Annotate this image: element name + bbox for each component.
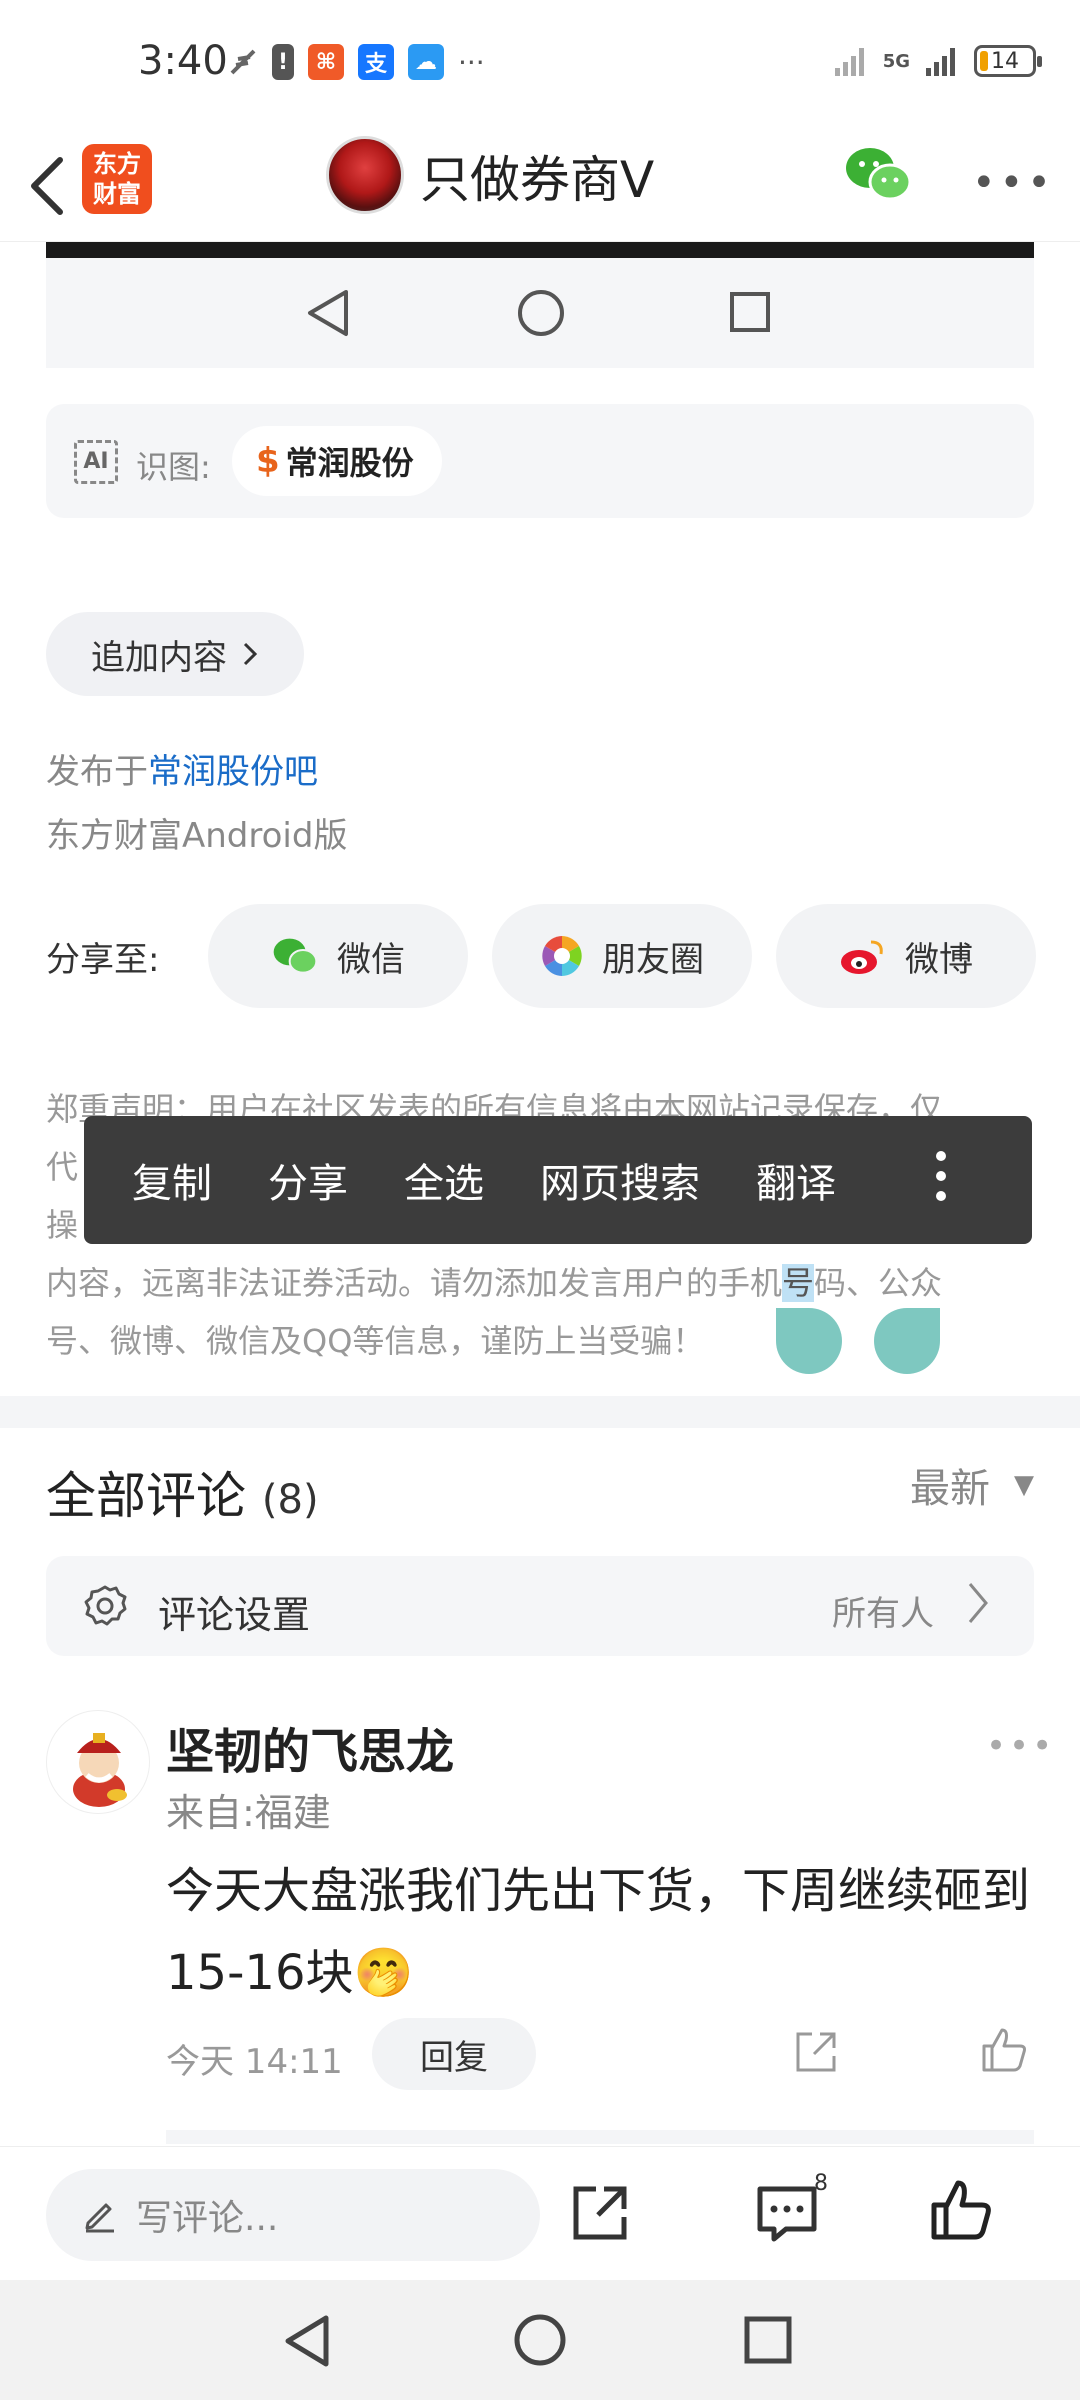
menu-share[interactable]: 分享	[268, 1151, 348, 1209]
write-comment-input[interactable]: 写评论...	[46, 2169, 540, 2261]
chevron-right-icon	[968, 1583, 988, 1623]
add-content-label: 追加内容	[91, 637, 227, 678]
commenter-location: 来自:福建	[166, 1791, 331, 1835]
share-wechat-button[interactable]: 微信	[208, 904, 468, 1008]
more-notifications-icon: ···	[458, 45, 485, 79]
battery-percent: 14	[991, 48, 1019, 74]
published-in: 发布于常润股份吧	[46, 744, 318, 793]
share-moments-label: 朋友圈	[602, 939, 704, 980]
share-moments-button[interactable]: 朋友圈	[492, 904, 752, 1008]
back-icon[interactable]	[20, 146, 84, 226]
thumbs-up-icon[interactable]	[980, 2026, 1028, 2074]
sort-dropdown[interactable]: 最新	[910, 1456, 990, 1514]
alipay-notification-icon: 支	[358, 44, 394, 80]
image-recent-icon	[730, 292, 770, 332]
bottom-action-bar: 写评论... 8	[0, 2146, 1080, 2280]
share-wechat-label: 微信	[337, 939, 405, 980]
status-bar: 3:40 ! ⌘ 支 ☁ ··· 5G 14	[0, 0, 1080, 130]
app-notification-icon: ⌘	[308, 44, 344, 80]
system-navigation-bar	[0, 2280, 1080, 2400]
image-home-icon	[518, 290, 564, 336]
stock-symbol: $	[256, 441, 280, 481]
comments-title: 全部评论	[46, 1467, 246, 1525]
commenter-avatar[interactable]	[46, 1710, 150, 1814]
selected-text[interactable]: 号	[782, 1264, 815, 1302]
battery-icon: 14	[974, 45, 1042, 77]
nav-recents-icon[interactable]	[742, 2314, 794, 2366]
fortune-god-avatar-icon	[73, 1733, 127, 1807]
menu-web-search[interactable]: 网页搜索	[540, 1151, 700, 1209]
gear-icon	[84, 1585, 127, 1626]
battery-cap	[1037, 56, 1042, 67]
stock-tag[interactable]: $ 常润股份	[232, 426, 442, 496]
client-version: 东方财富Android版	[46, 816, 348, 856]
feather-notification-icon	[230, 49, 256, 75]
pencil-icon	[85, 2203, 114, 2233]
battery-level	[980, 51, 988, 71]
app-logo[interactable]: 东方财富	[82, 144, 152, 214]
comment-settings-value: 所有人	[832, 1594, 934, 1634]
nav-back-icon[interactable]	[282, 2314, 332, 2368]
selection-handle-start[interactable]	[776, 1308, 842, 1374]
share-label: 分享至:	[46, 940, 160, 980]
recognition-label: 识图:	[136, 448, 211, 486]
comment-more-icon[interactable]: •••	[986, 1726, 1055, 1766]
comment-text: 今天大盘涨我们先出下货，下周继续砸到15-16块🤭	[166, 1863, 1031, 2001]
moments-icon	[542, 936, 582, 976]
nav-home-icon[interactable]	[512, 2312, 568, 2368]
comment-count-badge: 8	[814, 2171, 828, 2196]
thumbs-up-icon[interactable]	[930, 2179, 992, 2241]
post-header: 东方财富 只做券商V •••	[0, 130, 1080, 242]
stock-name: 常润股份	[285, 444, 414, 482]
text-selection-menu: 复制 分享 全选 网页搜索 翻译	[84, 1116, 1032, 1244]
ai-scan-icon: AI	[74, 440, 118, 484]
add-content-button[interactable]: 追加内容	[46, 612, 304, 696]
menu-translate[interactable]: 翻译	[756, 1151, 836, 1209]
comments-count: (8)	[261, 1477, 319, 1523]
notification-icons: ! ⌘ 支 ☁ ···	[228, 44, 485, 80]
comment-icon[interactable]	[756, 2185, 818, 2243]
chevron-right-icon	[243, 642, 258, 666]
author-name[interactable]: 只做券商V	[420, 140, 654, 212]
author-avatar[interactable]	[326, 136, 404, 214]
menu-overflow-icon[interactable]	[934, 1146, 948, 1206]
caret-down-icon[interactable]: ▼	[1014, 1470, 1034, 1500]
signal-off-icon	[834, 48, 864, 76]
share-icon[interactable]	[792, 2028, 840, 2076]
commenter-name[interactable]: 坚韧的飞思龙	[166, 1712, 454, 1782]
post-image-navbar	[46, 258, 1034, 368]
weibo-icon	[841, 940, 883, 974]
status-right: 5G 14	[833, 44, 1042, 78]
comments-heading: 全部评论 (8)	[46, 1456, 319, 1528]
status-time: 3:40	[138, 38, 228, 84]
disclaimer-line-4a: 内容，远离非法证券活动。请勿添加发言用户的手机	[46, 1264, 783, 1302]
alert-notification-icon: !	[272, 44, 294, 80]
selection-handle-end[interactable]	[874, 1308, 940, 1374]
comment-settings-row[interactable]: 评论设置 所有人	[46, 1556, 1034, 1656]
menu-copy[interactable]: 复制	[132, 1151, 212, 1209]
disclaimer-line-4: 内容，远离非法证券活动。请勿添加发言用户的手机号码、公众	[46, 1254, 1036, 1312]
weather-notification-icon: ☁	[408, 44, 444, 80]
published-prefix: 发布于	[46, 752, 148, 792]
disclaimer-line-4b: 码、公众	[814, 1264, 943, 1302]
write-comment-placeholder: 写评论...	[136, 2198, 279, 2239]
wechat-icon[interactable]	[844, 144, 912, 204]
share-weibo-label: 微博	[905, 939, 973, 980]
section-divider	[0, 1396, 1080, 1428]
comment-time: 今天 14:11	[166, 2042, 343, 2082]
comment-settings-label: 评论设置	[158, 1593, 311, 1637]
more-options-icon[interactable]: •••	[972, 160, 1055, 206]
post-image-edge	[46, 242, 1034, 258]
network-type: 5G	[882, 50, 910, 72]
reply-preview-bar	[166, 2130, 1034, 2144]
image-back-icon	[308, 290, 348, 336]
image-recognition-card: AI 识图: $ 常润股份	[46, 404, 1034, 518]
wechat-icon	[273, 938, 318, 974]
reply-button[interactable]: 回复	[372, 2018, 536, 2090]
signal-icon	[926, 48, 955, 76]
published-bar-link[interactable]: 常润股份吧	[148, 752, 318, 792]
share-icon[interactable]	[570, 2183, 630, 2243]
share-weibo-button[interactable]: 微博	[776, 904, 1036, 1008]
menu-select-all[interactable]: 全选	[404, 1151, 484, 1209]
